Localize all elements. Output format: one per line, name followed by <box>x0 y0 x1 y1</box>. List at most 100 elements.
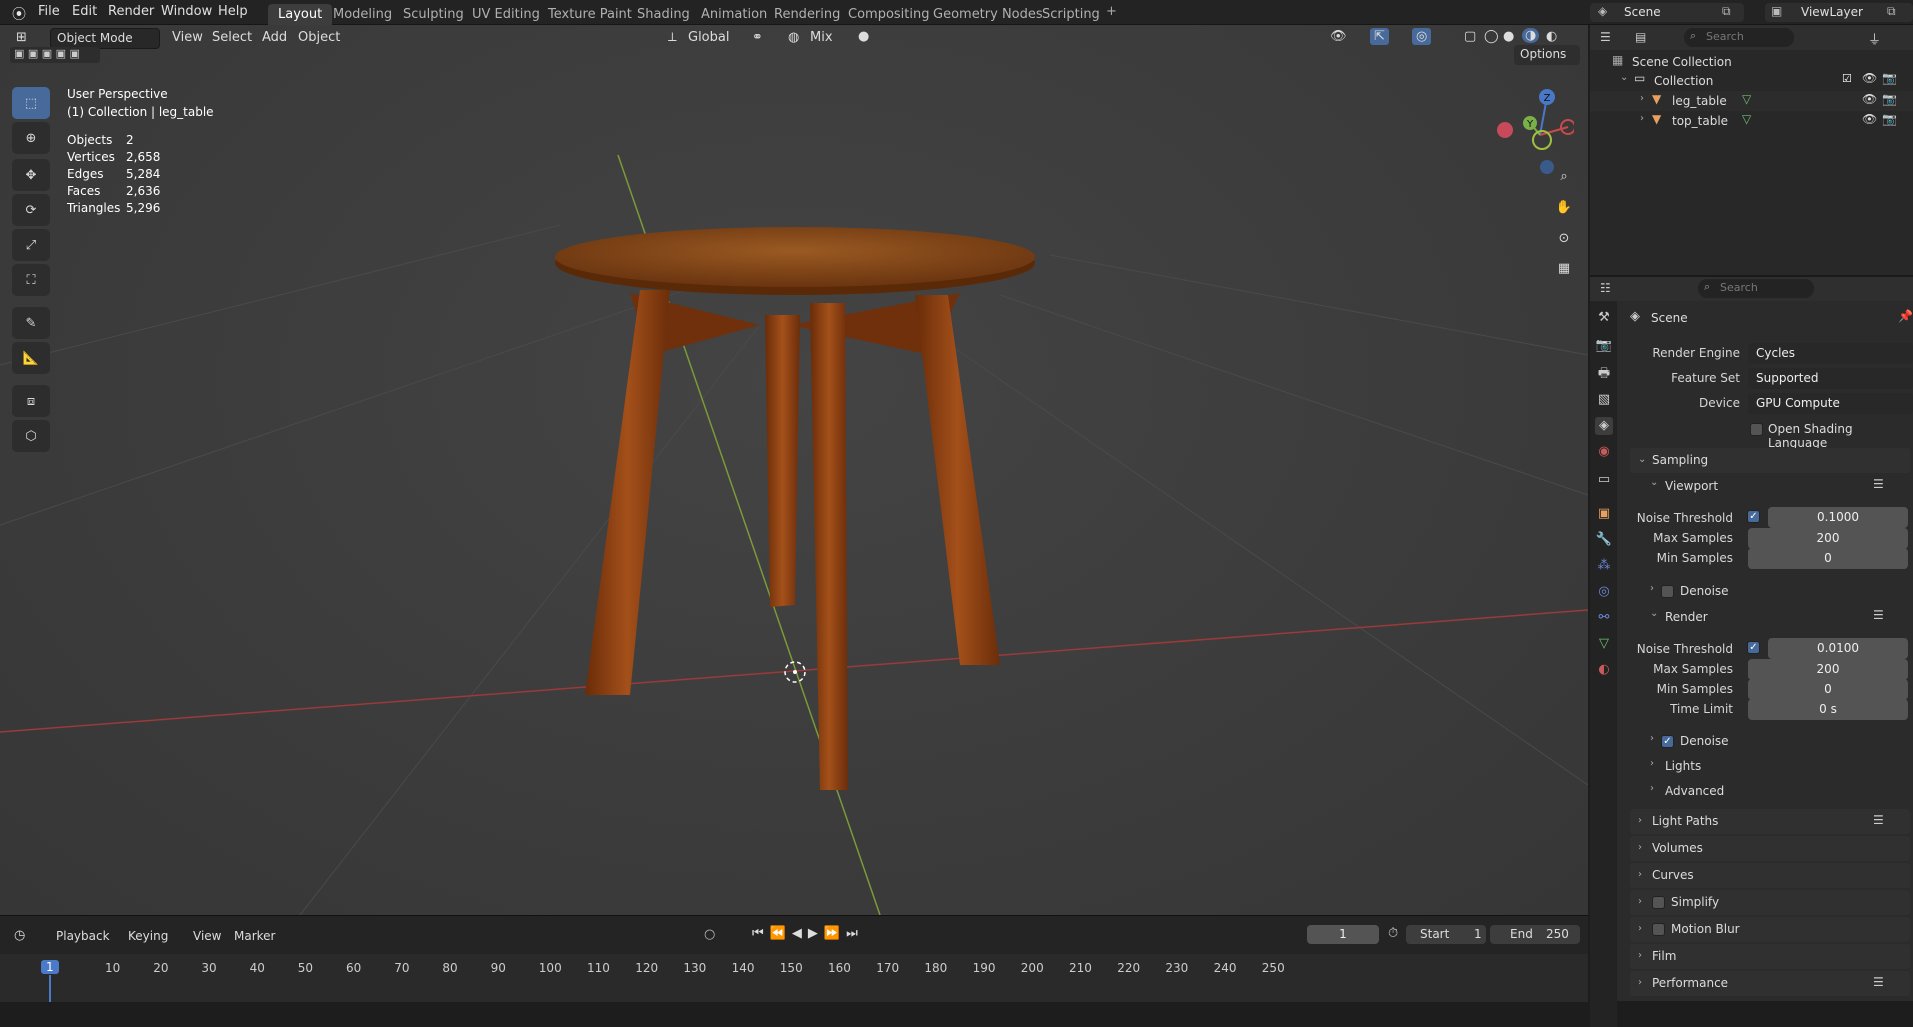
scene-tab-icon[interactable]: ◈ <box>1595 417 1613 435</box>
menu-edit[interactable]: Edit <box>72 4 97 19</box>
camera-view-icon[interactable]: ⊙ <box>1549 224 1579 252</box>
perspective-grid-icon[interactable]: ▦ <box>1549 254 1579 282</box>
sampling-panel-header[interactable]: ⌄ Sampling <box>1630 448 1910 473</box>
menu-keying[interactable]: Keying <box>128 929 168 943</box>
viewport-subpanel-title[interactable]: Viewport <box>1665 479 1718 493</box>
menu-view[interactable]: View <box>193 929 221 943</box>
render-noise-checkbox[interactable]: ✓ <box>1747 641 1760 654</box>
chevron-down-icon[interactable]: ⌄ <box>1650 608 1658 619</box>
add-workspace-button[interactable]: + <box>1106 4 1117 19</box>
tab-uv-editing[interactable]: UV Editing <box>462 4 550 26</box>
scene-selector[interactable]: ◈ Scene ⧉ <box>1590 3 1744 22</box>
viewlayer-selector[interactable]: ▣ ViewLayer ⧉ <box>1765 3 1913 22</box>
current-frame-field[interactable]: 1 <box>1307 925 1379 944</box>
zoom-icon[interactable]: ⌕ <box>1549 162 1579 190</box>
chevron-right-icon[interactable]: › <box>1650 733 1654 744</box>
visibility-icon[interactable]: 👁 <box>1330 29 1347 44</box>
list-icon[interactable]: ☰ <box>1873 813 1884 827</box>
start-frame-field[interactable]: Start 1 <box>1406 925 1486 944</box>
render-noise-field[interactable]: 0.0100 <box>1768 638 1908 659</box>
film-panel[interactable]: › Film <box>1630 944 1910 969</box>
rendered-shading-icon[interactable]: ◐ <box>1546 29 1557 44</box>
options-dropdown[interactable]: Options <box>1514 45 1580 65</box>
scene-collection-label[interactable]: Scene Collection <box>1632 55 1732 69</box>
render-max-field[interactable]: 200 <box>1748 659 1908 680</box>
menu-view[interactable]: View <box>172 30 203 45</box>
blender-logo-icon[interactable]: ⦿ <box>12 4 26 24</box>
list-icon[interactable]: ☰ <box>1873 477 1884 491</box>
3d-viewport[interactable]: ⊞ Object Mode View Select Add Object ⟂ G… <box>0 25 1588 915</box>
add-cube-tool[interactable]: ⧈ <box>12 385 50 417</box>
time-limit-field[interactable]: 0 s <box>1748 699 1908 720</box>
camera-icon[interactable]: 📷 <box>1882 92 1897 106</box>
blend-dropdown[interactable]: Mix <box>810 30 833 45</box>
scale-tool[interactable]: ⤢ <box>12 229 50 261</box>
playback-controls[interactable]: ⏮⏪◀▶⏩⏭ <box>752 926 864 941</box>
current-frame-marker[interactable]: 1 <box>41 960 59 974</box>
performance-panel[interactable]: › Performance ☰ <box>1630 971 1910 996</box>
list-icon[interactable]: ☰ <box>1873 975 1884 989</box>
transform-tool[interactable]: ⛶ <box>12 264 50 296</box>
motion-blur-panel[interactable]: › Motion Blur <box>1630 917 1910 942</box>
pin-icon[interactable]: 📌 <box>1898 309 1913 323</box>
render-engine-dropdown[interactable]: Cycles <box>1748 343 1913 364</box>
render-min-field[interactable]: 0 <box>1748 679 1908 700</box>
properties-search-input[interactable]: ⌕ Search <box>1698 279 1814 298</box>
expand-icon[interactable]: › <box>1640 93 1644 104</box>
menu-window[interactable]: Window <box>161 4 212 19</box>
simplify-panel[interactable]: › Simplify <box>1630 890 1910 915</box>
viewport-noise-field[interactable]: 0.1000 <box>1768 507 1908 528</box>
menu-help[interactable]: Help <box>218 4 248 19</box>
viewport-denoise-checkbox[interactable] <box>1661 585 1674 598</box>
light-paths-panel[interactable]: › Light Paths ☰ <box>1630 809 1910 834</box>
mesh-data-icon[interactable]: ▽ <box>1742 112 1751 126</box>
rotate-tool[interactable]: ⟳ <box>12 194 50 226</box>
menu-render[interactable]: Render <box>108 4 154 19</box>
world-tab-icon[interactable]: ◉ <box>1595 443 1613 461</box>
orientation-dropdown[interactable]: Global <box>688 30 729 45</box>
render-denoise-checkbox[interactable]: ✓ <box>1661 735 1674 748</box>
editor-type-icon[interactable]: ⊞ <box>16 30 27 45</box>
advanced-subpanel[interactable]: Advanced <box>1665 784 1724 798</box>
pivot-icon[interactable]: ⚭ <box>752 30 763 45</box>
eye-icon[interactable]: 👁 <box>1862 92 1877 106</box>
camera-icon[interactable]: 📷 <box>1882 112 1897 126</box>
snap-icon[interactable]: ◍ <box>788 30 799 45</box>
collection-checkbox[interactable]: ☑ <box>1842 72 1852 85</box>
proportional-edit-icon[interactable]: ● <box>858 29 869 44</box>
curves-panel[interactable]: › Curves <box>1630 863 1910 888</box>
extra-tool[interactable]: ⬡ <box>12 420 50 452</box>
collection-label[interactable]: Collection <box>1654 74 1713 88</box>
measure-tool[interactable]: 📐 <box>12 342 50 374</box>
menu-object[interactable]: Object <box>298 30 340 45</box>
motion-blur-checkbox[interactable] <box>1652 923 1665 936</box>
wireframe-shading-icon[interactable]: ◯ <box>1484 29 1499 44</box>
display-mode-icon[interactable]: ▤ <box>1635 30 1646 44</box>
menu-add[interactable]: Add <box>262 30 287 45</box>
auto-key-icon[interactable]: ○ <box>704 927 715 942</box>
filter-icon[interactable]: ⏚ <box>1868 29 1881 48</box>
clock-icon[interactable]: ⏱ <box>1388 926 1398 941</box>
select-mode-icons[interactable]: ▣ ▣ ▣ ▣ ▣ <box>10 47 100 63</box>
new-viewlayer-icon[interactable]: ⧉ <box>1887 4 1896 19</box>
outliner-row-leg-table[interactable]: › ▼ leg_table ▽ 👁 📷 <box>1590 91 1913 111</box>
overlay-toggle-icon[interactable]: ◎ <box>1412 28 1432 45</box>
material-shading-icon[interactable]: ◑ <box>1522 28 1540 43</box>
menu-playback[interactable]: Playback <box>56 929 110 943</box>
chevron-right-icon[interactable]: › <box>1650 783 1654 794</box>
tab-shading[interactable]: Shading <box>627 4 700 26</box>
physics-tab-icon[interactable]: ◎ <box>1595 583 1613 601</box>
feature-set-dropdown[interactable]: Supported <box>1748 368 1913 389</box>
chevron-down-icon[interactable]: ⌄ <box>1650 477 1658 488</box>
collection-camera-icon[interactable]: 📷 <box>1882 71 1897 85</box>
menu-marker[interactable]: Marker <box>234 929 275 943</box>
stool-model[interactable] <box>555 227 1035 790</box>
tab-scripting[interactable]: Scripting <box>1032 4 1110 26</box>
xray-icon[interactable]: ▢ <box>1464 29 1476 44</box>
mesh-data-icon[interactable]: ▽ <box>1742 92 1751 106</box>
cursor-tool[interactable]: ⊕ <box>12 122 50 154</box>
new-scene-icon[interactable]: ⧉ <box>1722 4 1731 19</box>
render-subpanel-title[interactable]: Render <box>1665 610 1708 624</box>
properties-editor-icon[interactable]: ☷ <box>1600 281 1611 295</box>
simplify-checkbox[interactable] <box>1652 896 1665 909</box>
